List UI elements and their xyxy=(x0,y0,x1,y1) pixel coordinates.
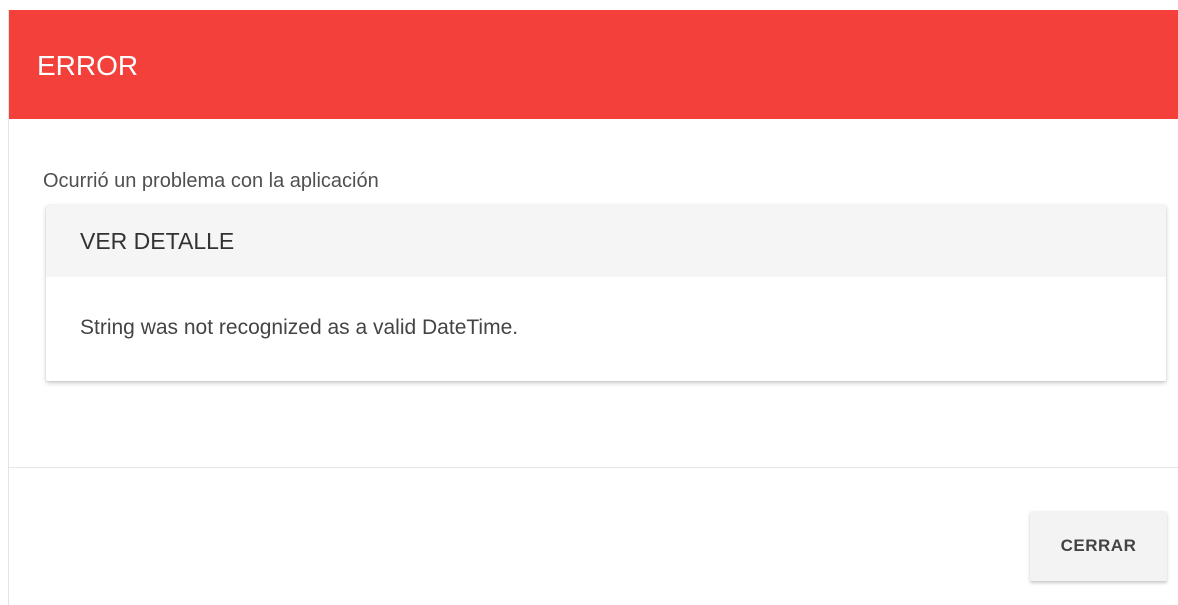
detail-toggle[interactable]: VER DETALLE xyxy=(46,205,1166,277)
error-dialog: ERROR Ocurrió un problema con la aplicac… xyxy=(8,10,1178,605)
detail-toggle-label: VER DETALLE xyxy=(80,228,235,254)
error-detail-text: String was not recognized as a valid Dat… xyxy=(80,316,519,339)
detail-panel: VER DETALLE String was not recognized as… xyxy=(46,205,1166,381)
dialog-title: ERROR xyxy=(37,50,139,81)
dialog-header: ERROR xyxy=(9,10,1178,119)
footer-divider xyxy=(9,467,1178,468)
close-button[interactable]: CERRAR xyxy=(1030,511,1167,581)
error-message: Ocurrió un problema con la aplicación xyxy=(43,170,379,192)
